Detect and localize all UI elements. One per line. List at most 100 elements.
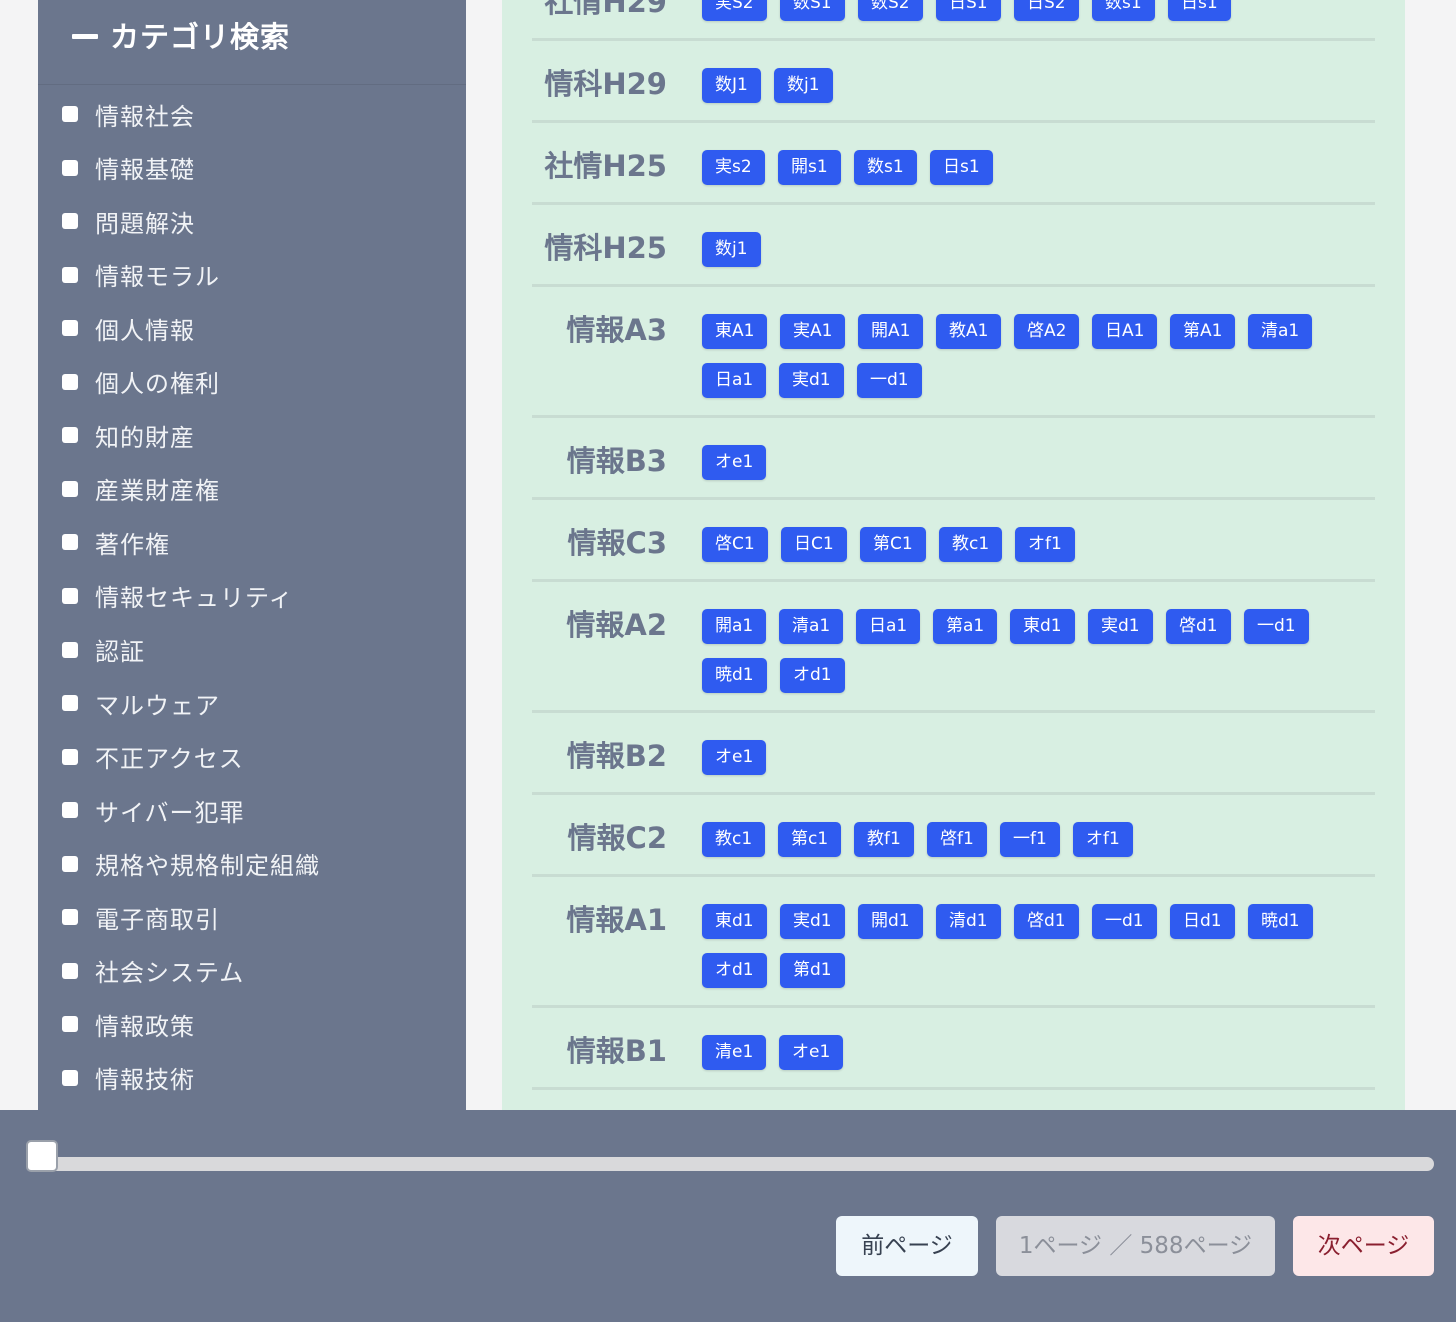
checkbox[interactable] [62,1069,78,1086]
checkbox[interactable] [62,106,78,122]
tag-chip[interactable]: 啓C1 [702,527,768,562]
tag-chip[interactable]: 実d1 [1088,609,1153,644]
checkbox[interactable] [62,320,78,337]
checkbox[interactable] [62,695,78,712]
tag-chip[interactable]: 一d1 [1244,609,1309,644]
category-checkbox-item[interactable]: 知的財産 [62,415,452,455]
category-search-header[interactable]: カテゴリ検索 [38,0,466,84]
tag-chip[interactable]: 日d1 [1170,904,1235,939]
checkbox[interactable] [62,587,78,604]
tag-chip[interactable]: 一f1 [1000,822,1060,857]
category-checkbox-item[interactable]: サイバー犯罪 [62,790,452,830]
category-checkbox-item[interactable]: 問題解決 [62,201,452,241]
tag-chip[interactable]: 開a1 [702,609,767,644]
checkbox[interactable] [62,266,78,283]
tag-chip[interactable]: 暁d1 [702,658,767,693]
tag-chip[interactable]: 数j1 [774,68,833,103]
category-checkbox-item[interactable]: 個人の権利 [62,362,452,402]
category-checkbox-item[interactable]: 情報技術 [62,1058,452,1098]
tag-chip[interactable]: オe1 [702,740,767,775]
tag-chip[interactable]: 暁d1 [1248,904,1313,939]
category-checkbox-item[interactable]: 著作権 [62,522,452,562]
checkbox[interactable] [62,427,78,444]
page-slider-thumb[interactable] [26,1140,58,1172]
category-checkbox-item[interactable]: 認証 [62,630,452,670]
checkbox[interactable] [62,373,78,390]
tag-chip[interactable]: 清e1 [702,1035,767,1070]
tag-chip[interactable]: オe1 [702,445,767,480]
tag-chip[interactable]: 実A1 [780,314,846,349]
tag-chip[interactable]: 実s2 [702,150,765,185]
prev-page-button[interactable]: 前ページ [836,1216,978,1276]
tag-chip[interactable]: 啓d1 [1166,609,1231,644]
category-checkbox-item[interactable]: 個人情報 [62,308,452,348]
tag-chip[interactable]: オf1 [1015,527,1075,562]
category-checkbox-item[interactable]: 産業財産権 [62,469,452,509]
tag-chip[interactable]: 第a1 [933,609,998,644]
category-checkbox-item[interactable]: マルウェア [62,683,452,723]
tag-chip[interactable]: オd1 [780,658,845,693]
tag-chip[interactable]: 開d1 [858,904,923,939]
tag-chip[interactable]: 数s1 [1092,0,1155,21]
checkbox[interactable] [62,802,78,819]
tag-chip[interactable]: 啓d1 [1014,904,1079,939]
tag-chip[interactable]: 東A1 [702,314,768,349]
tag-chip[interactable]: 啓A2 [1014,314,1080,349]
tag-chip[interactable]: オe1 [779,1035,844,1070]
tag-chip[interactable]: 日S2 [1014,0,1079,21]
tag-chip[interactable]: 数J1 [702,68,761,103]
tag-chip[interactable]: 実d1 [779,363,844,398]
tag-chip[interactable]: 数s1 [854,150,917,185]
tag-chip[interactable]: 日S1 [936,0,1001,21]
checkbox[interactable] [62,480,78,497]
tag-chip[interactable]: 第d1 [780,953,845,988]
next-page-button[interactable]: 次ページ [1293,1216,1434,1276]
tag-chip[interactable]: 第c1 [778,822,842,857]
checkbox[interactable] [62,213,78,230]
checkbox[interactable] [62,855,78,872]
tag-chip[interactable]: 実S2 [702,0,767,21]
category-checkbox-item[interactable]: 電子商取引 [62,897,452,937]
checkbox[interactable] [62,962,78,979]
tag-chip[interactable]: 啓f1 [927,822,987,857]
tag-chip[interactable]: 清a1 [1248,314,1313,349]
category-checkbox-item[interactable]: 情報社会 [62,94,452,134]
category-checkbox-item[interactable]: 不正アクセス [62,737,452,777]
tag-chip[interactable]: 教f1 [854,822,914,857]
tag-chip[interactable]: 第C1 [860,527,926,562]
tag-chip[interactable]: 日C1 [781,527,847,562]
tag-chip[interactable]: 東d1 [702,904,767,939]
category-checkbox-item[interactable]: 情報モラル [62,255,452,295]
tag-chip[interactable]: 清d1 [936,904,1001,939]
checkbox[interactable] [62,1016,78,1033]
tag-chip[interactable]: 開A1 [858,314,924,349]
category-checkbox-item[interactable]: 規格や規格制定組織 [62,844,452,884]
tag-chip[interactable]: 開s1 [778,150,841,185]
category-checkbox-item[interactable]: 社会システム [62,951,452,991]
tag-chip[interactable]: 教A1 [936,314,1002,349]
tag-chip[interactable]: 第A1 [1170,314,1236,349]
checkbox[interactable] [62,641,78,658]
tag-chip[interactable]: 数S2 [858,0,923,21]
tag-chip[interactable]: 一d1 [1092,904,1157,939]
tag-chip[interactable]: 日A1 [1092,314,1158,349]
tag-chip[interactable]: 東d1 [1010,609,1075,644]
tag-chip[interactable]: オd1 [702,953,767,988]
checkbox[interactable] [62,909,78,926]
tag-chip[interactable]: 日s1 [1168,0,1231,21]
page-slider-track[interactable] [40,1157,1434,1171]
tag-chip[interactable]: 教c1 [939,527,1003,562]
tag-chip[interactable]: 清a1 [779,609,844,644]
tag-chip[interactable]: 一d1 [857,363,922,398]
tag-chip[interactable]: 数S1 [780,0,845,21]
checkbox[interactable] [62,159,78,176]
minus-icon[interactable] [72,34,98,39]
tag-chip[interactable]: 教c1 [702,822,766,857]
category-checkbox-item[interactable]: 情報セキュリティ [62,576,452,616]
tag-chip[interactable]: 実d1 [780,904,845,939]
tag-chip[interactable]: 日a1 [702,363,767,398]
checkbox[interactable] [62,534,78,551]
tag-chip[interactable]: 日a1 [856,609,921,644]
checkbox[interactable] [62,748,78,765]
category-checkbox-item[interactable]: 情報政策 [62,1004,452,1044]
